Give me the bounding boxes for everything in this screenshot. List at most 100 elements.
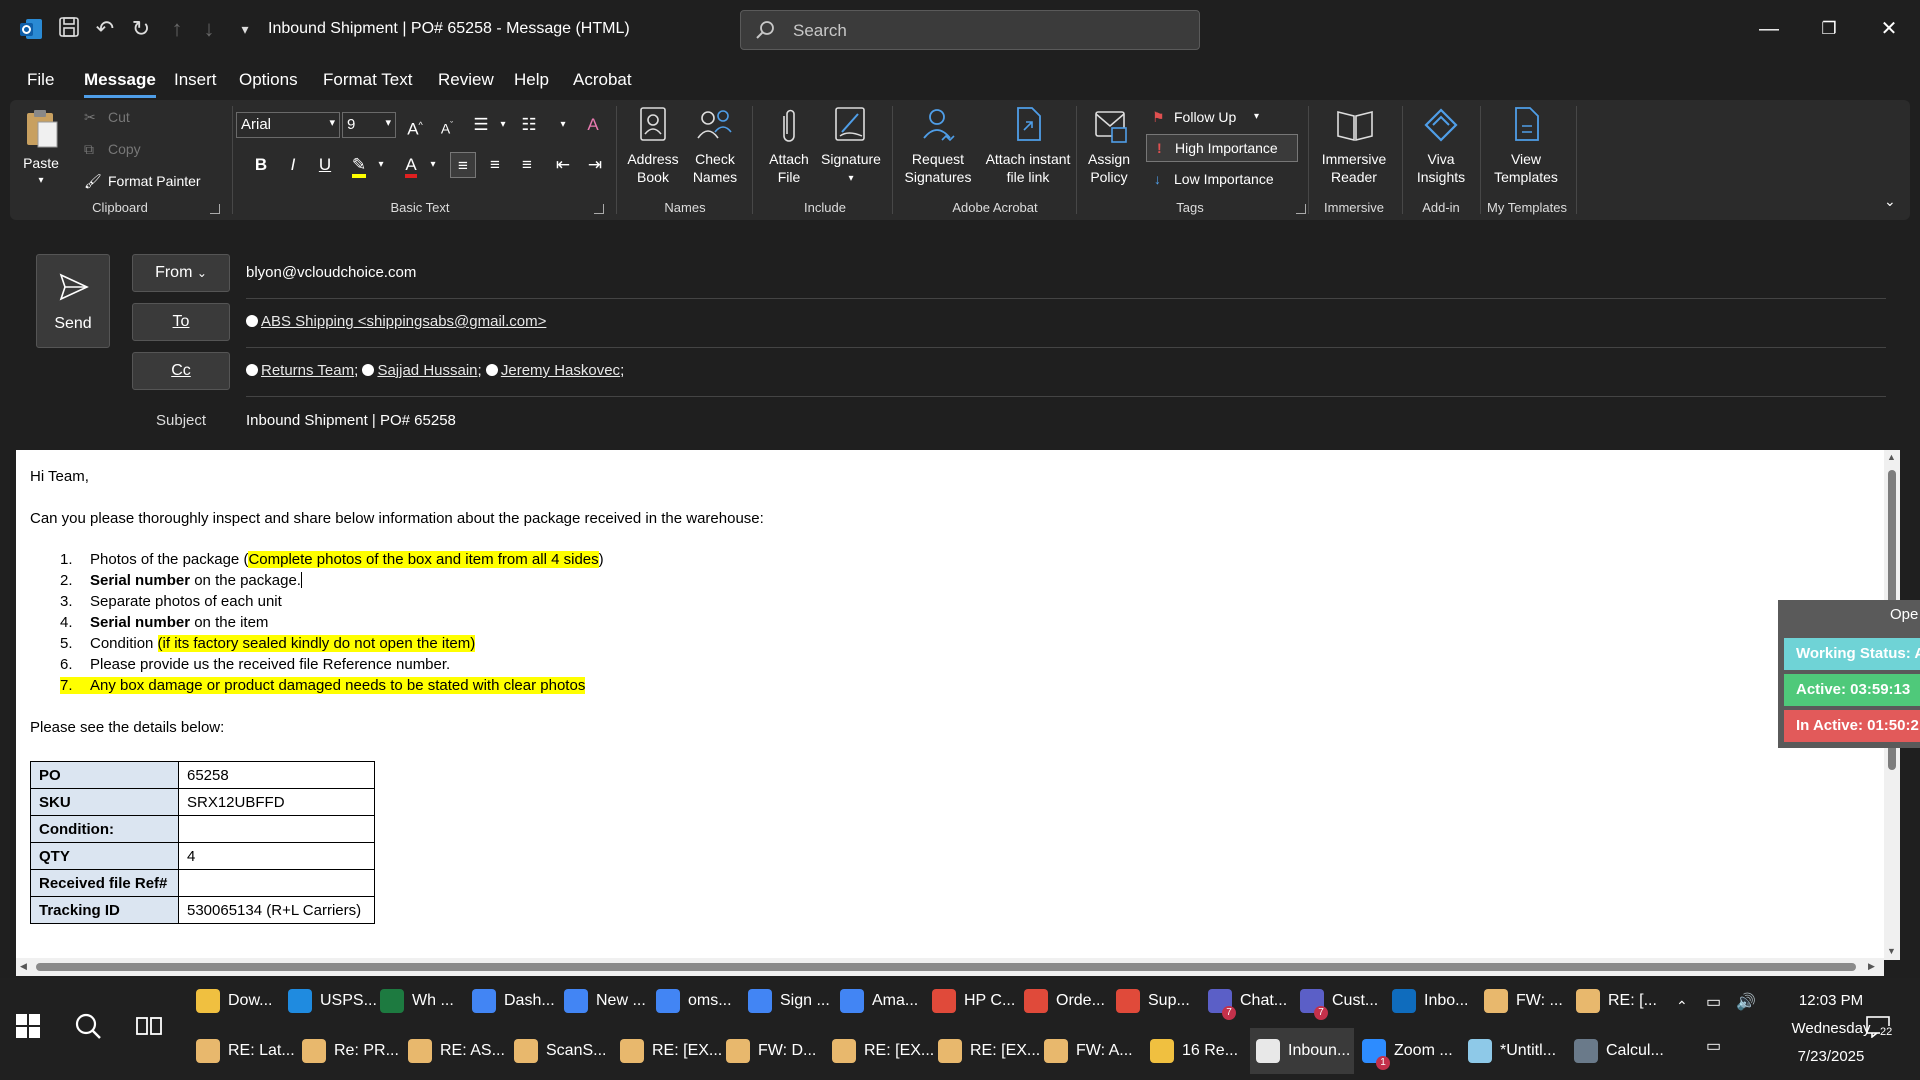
- battery-icon[interactable]: ▭: [1706, 992, 1721, 1012]
- align-right-icon[interactable]: ≡: [514, 152, 540, 178]
- cc-field[interactable]: Returns Team; Sajjad Hussain; Jeremy Has…: [246, 362, 624, 379]
- taskbar-app[interactable]: Chat... 7: [1202, 978, 1292, 1024]
- tab-file[interactable]: File: [27, 70, 54, 90]
- tags-launcher-icon[interactable]: [1296, 204, 1306, 214]
- taskbar-app[interactable]: Calcul...: [1568, 1028, 1672, 1074]
- taskbar-app[interactable]: RE: AS...: [402, 1028, 506, 1074]
- cc-button[interactable]: Cc: [132, 352, 230, 390]
- tab-options[interactable]: Options: [239, 70, 298, 90]
- taskbar-app[interactable]: 16 Re...: [1144, 1028, 1248, 1074]
- italic-icon[interactable]: I: [280, 152, 306, 178]
- start-button[interactable]: [16, 1014, 40, 1043]
- viva-insights-button[interactable]: Viva Insights: [1406, 104, 1476, 196]
- collapse-ribbon-icon[interactable]: ⌄: [1884, 192, 1896, 210]
- network-icon[interactable]: ▭: [1706, 1036, 1721, 1056]
- clock-time[interactable]: 12:03 PM: [1776, 992, 1886, 1009]
- taskbar-app[interactable]: *Untitl...: [1462, 1028, 1566, 1074]
- scrollbar-thumb[interactable]: [36, 963, 1856, 971]
- increase-indent-icon[interactable]: ⇥: [582, 152, 608, 178]
- taskbar-app[interactable]: RE: Lat...: [190, 1028, 295, 1074]
- highlight-dropdown-icon[interactable]: ▾: [368, 152, 394, 178]
- numbering-dropdown-icon[interactable]: ▾: [550, 112, 576, 138]
- bold-icon[interactable]: B: [248, 152, 274, 178]
- format-painter-button[interactable]: 🖌 Format Painter: [84, 170, 214, 192]
- request-signatures-button[interactable]: Request Signatures: [896, 104, 980, 196]
- assign-policy-button[interactable]: Assign Policy: [1080, 104, 1138, 196]
- from-button[interactable]: From ⌄: [132, 254, 230, 292]
- shrink-font-icon[interactable]: Aˇ: [434, 112, 460, 138]
- table-value[interactable]: 530065134 (R+L Carriers): [178, 896, 375, 924]
- undo-icon[interactable]: ↶: [92, 16, 118, 42]
- table-value[interactable]: [178, 869, 375, 897]
- font-family-select[interactable]: Arial ▾: [236, 112, 340, 138]
- cc-recipient[interactable]: Jeremy Haskovec: [501, 362, 620, 379]
- taskbar-app[interactable]: Wh ...: [374, 978, 464, 1024]
- taskbar-app[interactable]: Orde...: [1018, 978, 1108, 1024]
- taskbar-app[interactable]: Zoom ... 1: [1356, 1028, 1460, 1074]
- cut-button[interactable]: ✂ Cut: [84, 106, 164, 128]
- cc-recipient[interactable]: Returns Team: [261, 362, 354, 379]
- to-recipient[interactable]: ABS Shipping <shippingsabs@gmail.com>: [261, 313, 546, 330]
- notifications-button[interactable]: 22: [1866, 1016, 1893, 1043]
- send-button[interactable]: Send: [36, 254, 110, 348]
- down-arrow-icon[interactable]: ↓: [196, 16, 222, 42]
- attach-file-button[interactable]: Attach File: [758, 104, 820, 196]
- low-importance-button[interactable]: ↓ Low Importance: [1150, 168, 1300, 192]
- font-size-select[interactable]: 9 ▾: [342, 112, 396, 138]
- tab-format-text[interactable]: Format Text: [323, 70, 412, 90]
- grow-font-icon[interactable]: A^: [402, 112, 428, 139]
- bullets-dropdown-icon[interactable]: ▾: [490, 112, 516, 138]
- scroll-up-icon[interactable]: ▲: [1887, 452, 1896, 462]
- tab-help[interactable]: Help: [514, 70, 549, 90]
- volume-icon[interactable]: 🔊: [1736, 992, 1756, 1012]
- horizontal-scrollbar[interactable]: ◀ ▶: [16, 958, 1884, 976]
- tab-review[interactable]: Review: [438, 70, 494, 90]
- close-button[interactable]: ✕: [1874, 14, 1904, 44]
- taskbar-app[interactable]: Re: PR...: [296, 1028, 400, 1074]
- taskbar-app[interactable]: RE: [EX...: [826, 1028, 934, 1074]
- view-templates-button[interactable]: View Templates: [1484, 104, 1568, 196]
- taskbar-app[interactable]: Dow...: [190, 978, 280, 1024]
- cc-recipient[interactable]: Sajjad Hussain: [377, 362, 477, 379]
- clipboard-launcher-icon[interactable]: [210, 204, 220, 214]
- taskbar-app[interactable]: Dash...: [466, 978, 556, 1024]
- save-icon[interactable]: [56, 16, 82, 42]
- taskbar-app[interactable]: Ama...: [834, 978, 924, 1024]
- taskbar-app[interactable]: Cust... 7: [1294, 978, 1384, 1024]
- align-left-icon[interactable]: ≡: [450, 152, 476, 178]
- scroll-right-icon[interactable]: ▶: [1868, 961, 1875, 972]
- paste-button[interactable]: Paste ▾: [20, 104, 62, 194]
- restore-button[interactable]: ❐: [1814, 14, 1844, 44]
- subject-field[interactable]: Inbound Shipment | PO# 65258: [246, 412, 456, 429]
- taskbar-app[interactable]: FW: D...: [720, 1028, 824, 1074]
- immersive-reader-button[interactable]: Immersive Reader: [1312, 104, 1396, 196]
- scroll-down-icon[interactable]: ▼: [1887, 946, 1896, 956]
- tab-acrobat[interactable]: Acrobat: [573, 70, 632, 90]
- high-importance-button[interactable]: ! High Importance: [1146, 134, 1298, 162]
- taskbar-app[interactable]: Inbo...: [1386, 978, 1476, 1024]
- search-input[interactable]: Search: [740, 10, 1200, 50]
- clock-date[interactable]: 7/23/2025: [1776, 1048, 1886, 1065]
- tab-insert[interactable]: Insert: [174, 70, 217, 90]
- taskbar-search-button[interactable]: [74, 1012, 102, 1045]
- font-color-dropdown-icon[interactable]: ▾: [420, 152, 446, 178]
- redo-icon[interactable]: ↻: [128, 16, 154, 42]
- follow-up-button[interactable]: ⚑ Follow Up ▾: [1150, 106, 1280, 130]
- taskbar-app[interactable]: HP C...: [926, 978, 1016, 1024]
- task-view-button[interactable]: [136, 1014, 162, 1043]
- taskbar-app[interactable]: RE: [EX...: [614, 1028, 722, 1074]
- taskbar-app[interactable]: New ...: [558, 978, 648, 1024]
- taskbar-app[interactable]: Sup...: [1110, 978, 1200, 1024]
- taskbar-app[interactable]: FW: A...: [1038, 1028, 1142, 1074]
- scroll-left-icon[interactable]: ◀: [20, 961, 27, 972]
- table-value[interactable]: SRX12UBFFD: [178, 788, 375, 816]
- up-arrow-icon[interactable]: ↑: [164, 16, 190, 42]
- signature-button[interactable]: Signature ▾: [816, 104, 886, 196]
- to-button[interactable]: To: [132, 303, 230, 341]
- align-center-icon[interactable]: ≡: [482, 152, 508, 178]
- address-book-button[interactable]: Address Book: [622, 104, 684, 196]
- customize-toolbar-icon[interactable]: ▾: [232, 16, 258, 42]
- taskbar-app[interactable]: USPS...: [282, 978, 377, 1024]
- clear-formatting-icon[interactable]: A: [580, 112, 606, 138]
- taskbar-app[interactable]: FW: ...: [1478, 978, 1568, 1024]
